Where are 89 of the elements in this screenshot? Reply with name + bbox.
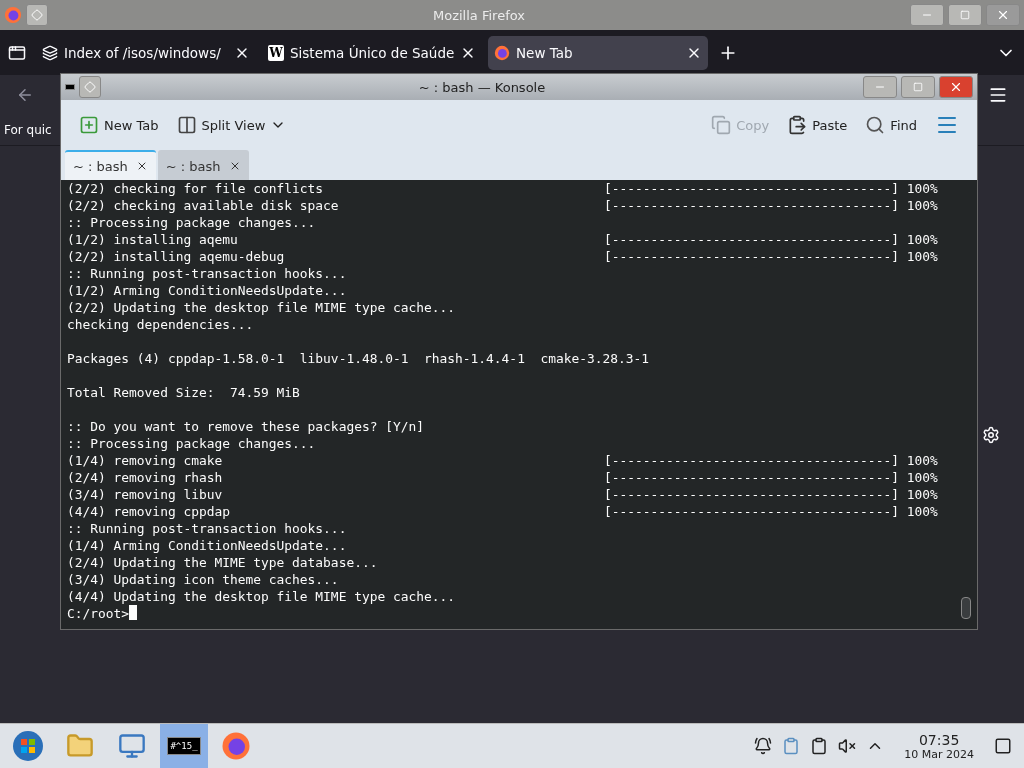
show-desktop-icon [994,737,1012,755]
terminal-line: :: Do you want to remove these packages? [Y/n] [67,419,424,434]
bookmark-text: For quic [4,123,52,137]
terminal-line: (2/2) checking for file conflicts [67,181,324,196]
text-cursor [129,605,138,620]
close-button[interactable] [986,4,1020,26]
toolbar-button[interactable]: Find [861,111,921,139]
taskbar-app[interactable]: #^15_ [160,724,208,768]
terminal-line: (4/4) removing cppdap [67,504,230,519]
toolbar-button[interactable]: New Tab [75,111,163,139]
terminal-icon [65,84,75,90]
search-icon [865,115,886,135]
back-icon [16,86,34,104]
minimize-button[interactable] [863,76,897,98]
pin-button[interactable] [26,4,48,26]
terminal-line: (1/2) installing aqemu [67,232,238,247]
shell-prompt: C:/root> [67,605,130,622]
terminal-tab[interactable]: ~ : bash [157,150,249,180]
terminal-line: checking dependencies... [67,317,254,332]
browser-tab[interactable]: New Tab [488,35,708,70]
monitor-icon [118,732,146,760]
progress-text: [------------------------------------] 100% [604,486,938,503]
progress-text: [------------------------------------] 100% [604,197,938,214]
wiki-icon: W [268,44,284,61]
terminal-line: (4/4) Updating the desktop file MIME type cache... [67,589,456,604]
toolbar-button[interactable]: Paste [783,111,852,139]
terminal-line: :: Running post-transaction hooks... [67,521,347,536]
terminal-line: (3/4) removing libuv [67,487,223,502]
terminal-line: (2/2) checking available disk space [67,198,339,213]
bell-icon [754,737,773,755]
menu-icon [988,85,1008,105]
terminal-line: Total Removed Size: 74.59 MiB [67,385,300,400]
clock-date: 10 Mar 2024 [904,747,974,761]
scrollbar-thumb[interactable] [961,597,971,619]
close-button[interactable] [939,76,973,98]
split-view-icon [176,115,197,135]
browser-tab[interactable]: Index of /isos/windows/ [36,35,256,70]
terminal-line: (1/2) Arming ConditionNeedsUpdate... [67,283,347,298]
settings-icon [982,425,1000,444]
tab-title: Sistema Único de Saúde [290,44,454,61]
terminal-line: (2/2) Updating the desktop file MIME type cache... [67,300,456,315]
tab-title: Index of /isos/windows/ [64,44,222,61]
terminal-line: :: Processing package changes... [67,215,316,230]
terminal-line: Packages (4) cppdap-1.58.0-1 libuv-1.48.0-1 rhash-1.4.4-1 cmake-3.28.3-1 [67,351,650,366]
copy-icon [711,115,732,135]
new-tab-icon [79,115,99,135]
browser-tab[interactable]: W Sistema Único de Saúde [262,35,482,70]
folder-icon [66,732,94,760]
progress-text: [------------------------------------] 100% [604,180,938,197]
terminal-line: :: Processing package changes... [67,436,316,451]
progress-text: [------------------------------------] 100% [604,248,938,265]
progress-text: [------------------------------------] 100% [604,503,938,520]
terminal-line: (2/4) Updating the MIME type database... [67,555,378,570]
clipboard-icon [782,737,801,755]
tab-title: New Tab [516,44,574,61]
progress-text: [------------------------------------] 100% [604,469,938,486]
muted-speaker-icon [838,737,857,755]
terminal-tab[interactable]: ~ : bash [65,150,156,180]
close-icon [996,8,1010,22]
terminal-line: (2/2) installing aqemu-debug [67,249,285,264]
start-orb-icon [12,730,44,762]
maximize-button[interactable] [901,76,935,98]
pin-button[interactable] [79,76,101,98]
maximize-icon [913,82,923,92]
terminal-line: :: Running post-transaction hooks... [67,266,347,281]
maximize-icon [960,10,970,20]
terminal-line: (1/4) Arming ConditionNeedsUpdate... [67,538,347,553]
diamond-icon [31,9,43,21]
diamond-icon [84,81,96,93]
window-icon [8,43,26,62]
terminal-line: (1/4) removing cmake [67,453,223,468]
terminal-icon: #^15_ [167,737,201,755]
terminal-line: (3/4) Updating icon theme caches... [67,572,339,587]
minimize-button[interactable] [910,4,944,26]
firefox-icon [221,731,251,761]
close-icon [949,80,963,94]
maximize-button[interactable] [948,4,982,26]
stack-icon [42,44,58,61]
toolbar-button[interactable]: Split View [172,111,291,139]
firefox-icon [494,44,510,61]
firefox-icon [4,6,22,24]
clock-time: 07:35 [918,731,960,748]
window-title: Mozilla Firefox [432,7,526,23]
progress-text: [------------------------------------] 100% [604,452,938,469]
progress-text: [------------------------------------] 100% [604,231,938,248]
window-title: ~ : bash — Konsole [417,79,547,95]
clipboard-icon [787,115,808,135]
clipboard-icon [810,737,829,755]
terminal-line: (2/4) removing rhash [67,470,223,485]
